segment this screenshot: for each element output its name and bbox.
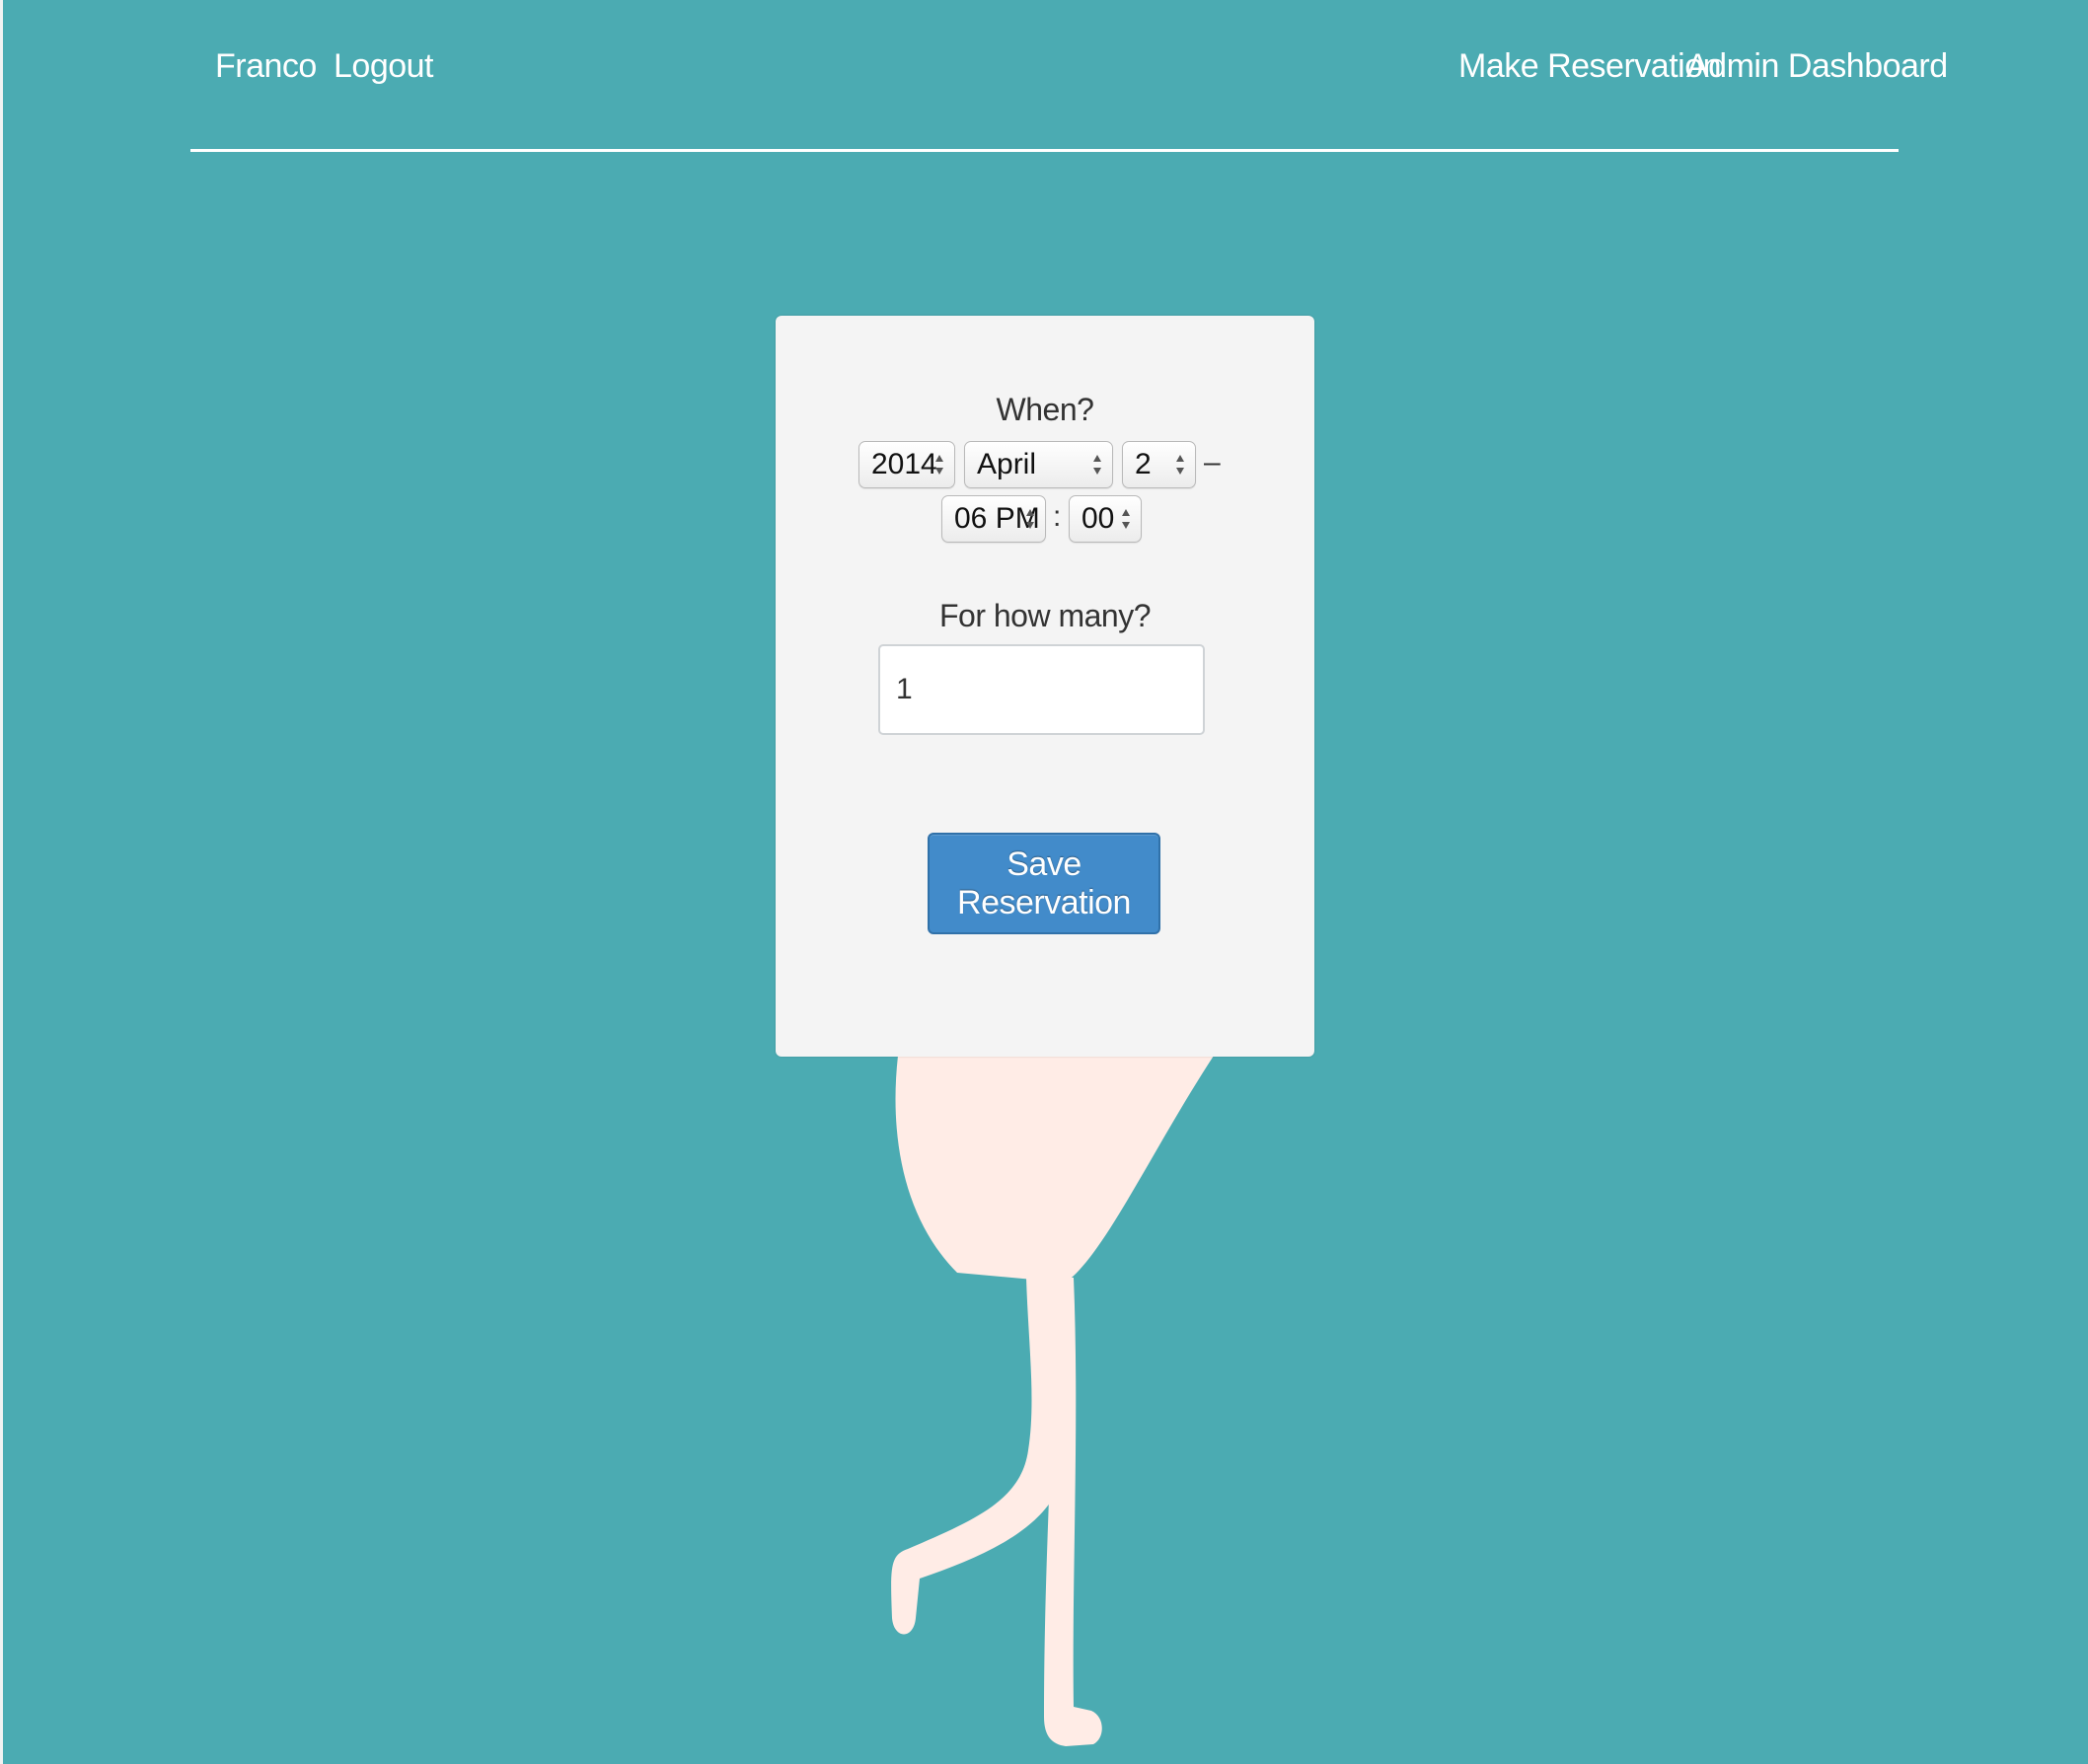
- minute-select[interactable]: 00: [1069, 495, 1142, 543]
- nav-admin-dashboard-link[interactable]: Admin Dashboard: [1686, 49, 1948, 83]
- nav-user-link[interactable]: Franco: [215, 49, 317, 83]
- nav-make-reservation-link[interactable]: Make Reservation: [1458, 49, 1722, 83]
- year-select[interactable]: 2014: [858, 441, 955, 488]
- date-time-separator: –: [1204, 446, 1221, 478]
- count-label: For how many?: [938, 598, 1152, 633]
- select-arrows-icon: [1093, 455, 1101, 475]
- select-arrows-icon: [1122, 509, 1130, 529]
- reservation-card: When? 2014 April 2 – 06 PM : 00 For how …: [776, 316, 1314, 1057]
- select-arrows-icon: [935, 455, 943, 475]
- nav-divider: [190, 149, 1899, 152]
- day-value: 2: [1135, 448, 1152, 480]
- day-select[interactable]: 2: [1122, 441, 1196, 488]
- nav-logout-link[interactable]: Logout: [334, 49, 434, 83]
- hour-select[interactable]: 06 PM: [941, 495, 1046, 543]
- time-separator: :: [1053, 500, 1062, 533]
- save-reservation-button[interactable]: Save Reservation: [928, 833, 1160, 934]
- select-arrows-icon: [1026, 509, 1034, 529]
- select-arrows-icon: [1176, 455, 1184, 475]
- party-size-input[interactable]: [878, 644, 1205, 735]
- walking-figure-illustration: [891, 1056, 1214, 1746]
- year-value: 2014: [871, 448, 937, 480]
- left-edge: [0, 0, 3, 1764]
- month-select[interactable]: April: [964, 441, 1113, 488]
- minute-value: 00: [1081, 502, 1115, 535]
- when-label: When?: [996, 392, 1094, 427]
- month-value: April: [977, 448, 1037, 480]
